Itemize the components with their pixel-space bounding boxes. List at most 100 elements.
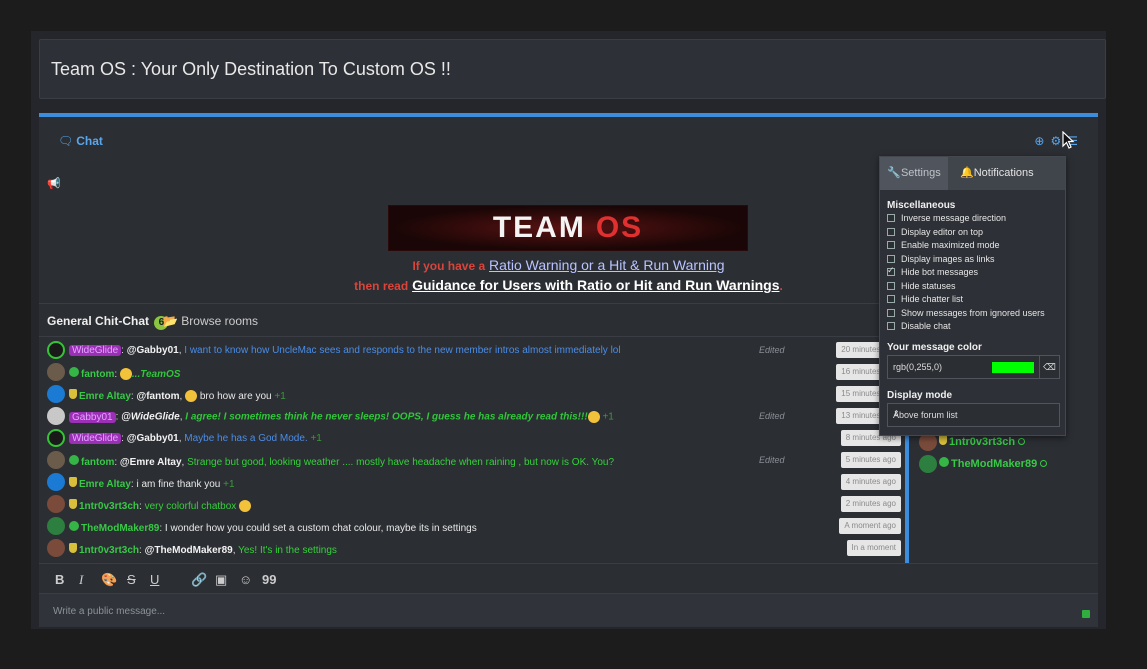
checkbox[interactable]	[887, 255, 895, 263]
message-text: TheModMaker89: I wonder how you could se…	[69, 521, 477, 534]
mention[interactable]: @fantom	[136, 391, 179, 402]
smiley-icon[interactable]: ☺	[239, 572, 252, 587]
smiley-emoji-icon	[185, 390, 198, 403]
avatar[interactable]	[47, 341, 65, 359]
online-status-icon	[1040, 459, 1048, 467]
message-body: bro how are you	[199, 391, 272, 402]
username[interactable]: fantom	[81, 457, 114, 468]
bold-icon[interactable]: B	[55, 572, 64, 587]
folder-icon: 📂	[163, 314, 178, 328]
username[interactable]: 1ntr0v3rt3ch	[79, 501, 139, 512]
username[interactable]: WideGlide	[69, 433, 122, 444]
avatar[interactable]	[47, 385, 65, 403]
message-row: Emre Altay: i am fine thank you +1 4 min…	[47, 473, 901, 493]
plus-one[interactable]: +1	[310, 433, 321, 444]
image-icon[interactable]: ▣	[215, 572, 227, 588]
option-hide-statuses[interactable]: Hide statuses	[887, 281, 956, 293]
tab-notifications[interactable]: 🔔Notifications	[960, 157, 1034, 190]
username[interactable]: Emre Altay	[79, 391, 131, 402]
checkbox[interactable]	[887, 241, 895, 249]
checkbox[interactable]	[887, 282, 895, 290]
guidance-link[interactable]: Guidance for Users with Ratio or Hit and…	[412, 277, 779, 293]
strikethrough-icon[interactable]: S	[127, 572, 136, 587]
gear-icon[interactable]: ⚙	[1050, 134, 1061, 148]
plus-one[interactable]: +1	[223, 479, 234, 490]
username[interactable]: WideGlide	[69, 345, 122, 356]
option-label: Disable chat	[901, 321, 951, 331]
chat-bubbles-icon: 🗨	[58, 134, 74, 148]
color-swatch[interactable]	[992, 362, 1034, 373]
option-editor-top[interactable]: Display editor on top	[887, 227, 983, 239]
avatar[interactable]	[47, 473, 65, 491]
user-list-item[interactable]: TheModMaker89	[919, 455, 1079, 473]
checkbox[interactable]	[887, 214, 895, 222]
message-row: fantom: ...TeamOS 16 minutes ago	[47, 363, 901, 383]
send-button[interactable]	[1082, 610, 1090, 618]
eraser-icon[interactable]: ⌫	[1039, 356, 1059, 378]
option-hide-bot[interactable]: Hide bot messages	[887, 265, 979, 279]
ratio-warning-link[interactable]: Ratio Warning or a Hit & Run Warning	[489, 257, 725, 273]
username[interactable]: Emre Altay	[79, 479, 131, 490]
notice-prefix2: then read	[354, 279, 409, 293]
message-input[interactable]: Write a public message...	[39, 593, 1098, 627]
color-title: Your message color	[887, 342, 982, 353]
option-label: Hide bot messages	[901, 267, 979, 277]
option-label: Enable maximized mode	[901, 240, 1000, 250]
avatar[interactable]	[47, 429, 65, 447]
username[interactable]: Gabby01	[69, 411, 116, 423]
option-label: Hide statuses	[901, 281, 956, 291]
plus-one[interactable]: +1	[274, 391, 285, 402]
username[interactable]: 1ntr0v3rt3ch	[79, 545, 139, 556]
option-inverse-direction[interactable]: Inverse message direction	[887, 213, 1006, 225]
link-icon[interactable]: 🔗	[191, 572, 207, 588]
checkbox[interactable]	[887, 228, 895, 236]
avatar[interactable]	[47, 451, 65, 469]
wrench-icon: 🔧	[887, 167, 901, 179]
avatar[interactable]	[47, 517, 65, 535]
chat-tab[interactable]: 🗨 Chat	[58, 134, 103, 148]
editor-toolbar: B I 🎨 S U 🔗 ▣ ☺ 99	[39, 563, 1098, 593]
notice-prefix1: If you have a	[412, 259, 486, 273]
tab-notifications-label: Notifications	[973, 167, 1034, 179]
mention[interactable]: @Emre Altay	[120, 457, 182, 468]
mention[interactable]: @WideGlide	[121, 412, 180, 423]
option-ignored-users[interactable]: Show messages from ignored users	[887, 308, 1045, 320]
message-body: I wonder how you could set a custom chat…	[164, 523, 477, 534]
checkbox-checked[interactable]	[887, 265, 895, 276]
option-hide-chatter-list[interactable]: Hide chatter list	[887, 294, 963, 306]
quote-icon[interactable]: 99	[262, 572, 276, 587]
room-name-label: General Chit-Chat	[47, 314, 150, 328]
option-maximized-mode[interactable]: Enable maximized mode	[887, 240, 1000, 252]
upload-badge-icon	[939, 456, 949, 467]
italic-icon[interactable]: I	[79, 572, 83, 588]
color-input[interactable]: rgb(0,255,0) ⌫	[887, 355, 1060, 379]
message-row: Gabby01: @WideGlide, I agree! I sometime…	[47, 407, 901, 427]
display-mode-select[interactable]: Above forum list ⇕	[887, 403, 1060, 427]
checkbox[interactable]	[887, 322, 895, 330]
option-disable-chat[interactable]: Disable chat	[887, 321, 951, 333]
checkbox[interactable]	[887, 295, 895, 303]
message-list: WideGlide: @Gabby01, I want to know how …	[39, 339, 905, 561]
tab-settings[interactable]: 🔧Settings	[880, 157, 948, 190]
mention[interactable]: @TheModMaker89	[145, 545, 233, 556]
underline-icon[interactable]: U	[150, 572, 159, 587]
avatar[interactable]	[47, 363, 65, 381]
avatar[interactable]	[47, 495, 65, 513]
plus-one[interactable]: +1	[602, 412, 613, 423]
option-label: Inverse message direction	[901, 213, 1007, 223]
banner-word2: OS	[595, 211, 644, 244]
username[interactable]: TheModMaker89	[81, 523, 159, 534]
browse-rooms-button[interactable]: 📂 Browse rooms	[163, 314, 258, 328]
palette-icon[interactable]: 🎨	[101, 572, 117, 588]
timestamp: A moment ago	[839, 518, 901, 534]
message-text: 1ntr0v3rt3ch: very colorful chatbox	[69, 499, 252, 513]
avatar[interactable]	[47, 407, 65, 425]
globe-icon[interactable]: ⊕	[1034, 134, 1044, 148]
username[interactable]: fantom	[81, 369, 114, 380]
mention[interactable]: @Gabby01	[127, 433, 179, 444]
option-images-links[interactable]: Display images as links	[887, 254, 995, 266]
room-name[interactable]: General Chit-Chat 6	[47, 314, 169, 330]
mention[interactable]: @Gabby01	[127, 345, 179, 356]
avatar[interactable]	[47, 539, 65, 557]
checkbox[interactable]	[887, 309, 895, 317]
